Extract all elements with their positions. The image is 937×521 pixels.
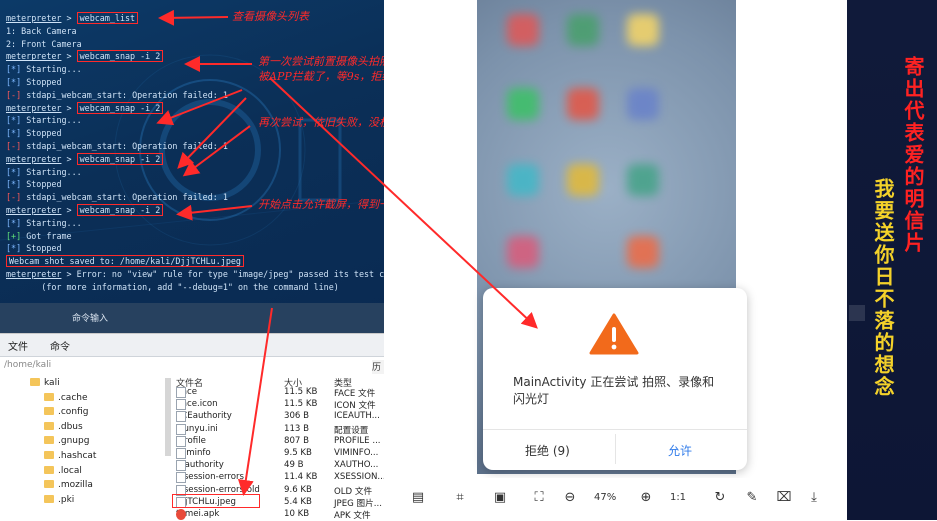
arrow: [156, 89, 243, 126]
arrow: [158, 9, 229, 26]
arrow: [237, 307, 273, 496]
annotation-arrows: [156, 9, 538, 496]
arrow: [176, 204, 253, 221]
arrow: [177, 97, 247, 169]
arrow: [269, 77, 538, 329]
